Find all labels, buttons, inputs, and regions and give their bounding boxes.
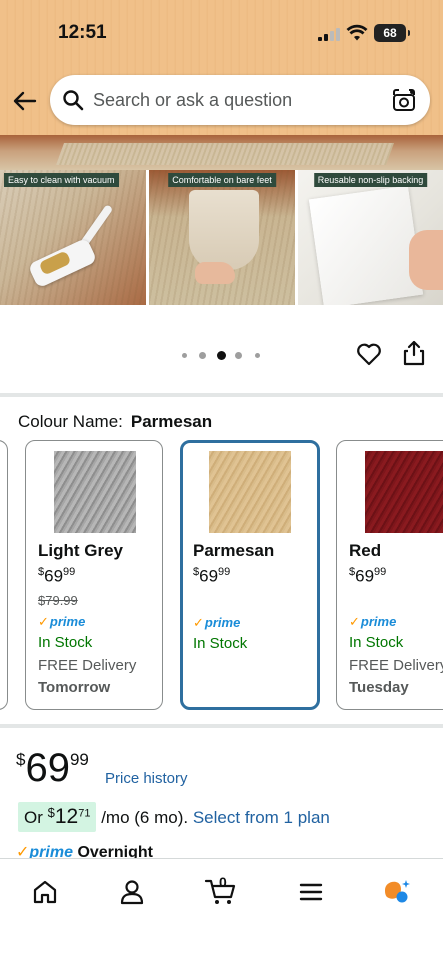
delivery-text: FREE Delivery xyxy=(349,657,443,674)
prime-badge: ✓prime xyxy=(38,614,86,629)
status-bar: 12:51 68 xyxy=(0,0,443,62)
pagination-dot-active xyxy=(217,351,226,360)
colour-option-name: Light Grey xyxy=(38,541,124,560)
delivery-text: FREE Delivery xyxy=(38,657,137,674)
section-divider xyxy=(0,393,443,397)
prime-badge: ✓prime xyxy=(349,614,397,629)
cellular-signal-icon xyxy=(318,27,340,41)
installment-term: /mo (6 mo). xyxy=(101,808,189,827)
battery-indicator: 68 xyxy=(374,24,410,42)
installment-amount: Or $1271 xyxy=(18,802,97,832)
stock-status: In Stock xyxy=(349,634,404,651)
colour-name-label: Colour Name: Parmesan xyxy=(18,412,212,432)
clock: 12:51 xyxy=(58,22,107,43)
pagination-dot xyxy=(255,353,260,358)
product-page: 12:51 68 Search or ask a question Easy t… xyxy=(0,0,443,960)
colour-option-parmesan[interactable]: Parmesan $6999 ✓prime In Stock xyxy=(180,440,320,710)
prime-badge: ✓prime xyxy=(193,615,241,630)
back-arrow-icon[interactable] xyxy=(10,86,40,116)
image-caption: Reusable non-slip backing xyxy=(313,173,428,187)
stock-status: In Stock xyxy=(38,634,93,651)
rufus-icon[interactable] xyxy=(382,877,412,907)
colour-option-price: $6999 xyxy=(349,566,387,586)
heart-icon[interactable] xyxy=(356,342,382,366)
camera-scan-icon[interactable] xyxy=(390,86,418,114)
swatch-image xyxy=(54,451,136,533)
image-caption: Comfortable on bare feet xyxy=(168,173,276,187)
was-price: $79.99 xyxy=(38,593,78,608)
product-image-bare-feet[interactable]: Comfortable on bare feet xyxy=(149,170,295,305)
colour-options[interactable]: Light Grey $6999 $79.99 ✓prime In Stock … xyxy=(0,440,443,715)
colour-option-price: $6999 xyxy=(193,566,231,586)
product-price: $6999 xyxy=(16,746,89,790)
swatch-image xyxy=(365,451,443,533)
installment-offer: Or $1271 /mo (6 mo). Select from 1 plan xyxy=(18,802,330,834)
header: 12:51 68 Search or ask a question xyxy=(0,0,443,135)
cart-button[interactable]: 0 xyxy=(204,874,238,907)
search-bar[interactable]: Search or ask a question xyxy=(50,75,430,125)
price-history-link[interactable]: Price history xyxy=(105,770,188,787)
colour-option-previous[interactable] xyxy=(0,440,8,710)
pagination-dot xyxy=(235,352,242,359)
colour-option-name: Parmesan xyxy=(193,541,275,560)
colour-option-light-grey[interactable]: Light Grey $6999 $79.99 ✓prime In Stock … xyxy=(25,440,163,710)
product-image-vacuum[interactable]: Easy to clean with vacuum xyxy=(0,170,146,305)
cart-count: 0 xyxy=(219,874,227,890)
colour-label-text: Colour Name: xyxy=(18,412,123,431)
delivery-day: Tomorrow xyxy=(38,679,111,696)
bottom-navigation: 0 xyxy=(0,858,443,960)
search-icon xyxy=(63,90,84,111)
colour-option-red[interactable]: Red $6999 ✓prime In Stock FREE Delivery … xyxy=(336,440,443,710)
product-hero-image xyxy=(0,135,443,170)
section-divider xyxy=(0,724,443,728)
menu-icon[interactable] xyxy=(296,877,326,907)
stock-status: In Stock xyxy=(193,635,248,652)
pagination-dot xyxy=(182,353,187,358)
pagination-dot xyxy=(199,352,206,359)
home-icon[interactable] xyxy=(30,877,60,907)
share-icon[interactable] xyxy=(402,340,426,366)
carousel-pagination xyxy=(182,349,262,361)
search-input[interactable]: Search or ask a question xyxy=(93,90,292,111)
selected-colour-name: Parmesan xyxy=(130,412,213,431)
select-plan-link[interactable]: Select from 1 plan xyxy=(193,808,330,827)
colour-option-name: Red xyxy=(349,541,382,560)
colour-option-price: $6999 xyxy=(38,566,76,586)
swatch-image xyxy=(209,451,291,533)
product-image-backing[interactable]: Reusable non-slip backing xyxy=(298,170,443,305)
image-carousel[interactable]: Easy to clean with vacuum Comfortable on… xyxy=(0,135,443,395)
wifi-icon xyxy=(346,24,368,41)
image-caption: Easy to clean with vacuum xyxy=(4,173,119,187)
account-icon[interactable] xyxy=(117,877,147,907)
delivery-day: Tuesday xyxy=(349,679,409,696)
